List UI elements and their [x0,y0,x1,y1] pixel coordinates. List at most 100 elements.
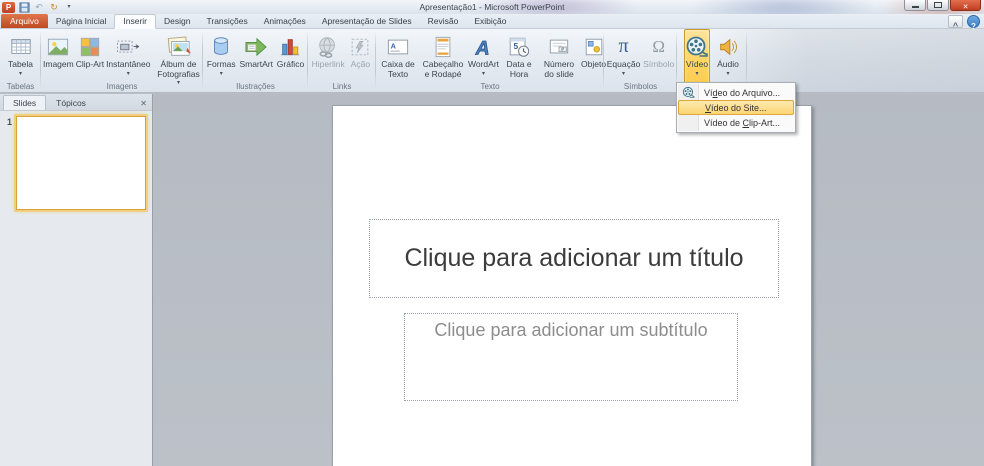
action-icon [348,33,372,60]
object-icon [583,33,605,60]
save-icon [18,1,30,13]
ribbon-button-equacao[interactable]: Equação [606,29,642,87]
tab-slides[interactable]: Slides [3,95,47,110]
button-label: Símbolo [643,59,675,69]
ribbon-button-wordart[interactable]: A WordArt [467,29,500,87]
dropdown-arrow-icon [220,70,223,77]
dropdown-arrow-icon [19,70,22,77]
button-label: Álbum de Fotografias [157,59,200,79]
hyperlink-globe-icon [316,33,340,60]
tab-transicoes[interactable]: Transições [198,14,255,28]
tab-arquivo[interactable]: Arquivo [1,14,48,28]
group-ilustracoes: Formas SmartArt [203,28,308,92]
ribbon-button-grafico[interactable]: Gráfico [276,29,305,87]
slide-editing-area[interactable]: Clique para adicionar um título Clique p… [332,105,812,466]
svg-text:A: A [474,37,489,59]
window-controls [904,0,981,11]
header-footer-icon [432,33,454,60]
button-label: Caixa de Texto [381,59,415,79]
button-label: Ação [350,59,371,69]
powerpoint-window: Apresentação1 - Microsoft PowerPoint Arq… [0,0,984,466]
film-reel-icon [685,33,709,60]
title-bar: Apresentação1 - Microsoft PowerPoint [0,0,984,14]
ribbon-button-smartart[interactable]: SmartArt [238,29,274,87]
ribbon-button-acao[interactable]: Ação [347,29,373,87]
smartart-icon [243,33,269,60]
powerpoint-logo-icon[interactable] [2,1,15,13]
help-button[interactable] [967,15,980,28]
menu-item-video-de-clip-art[interactable]: Vídeo de Clip-Art... [678,115,794,130]
ribbon-button-audio[interactable]: Áudio [716,29,740,87]
tab-apresentacao-de-slides[interactable]: Apresentação de Slides [314,14,420,28]
close-icon [963,0,969,14]
title-placeholder[interactable]: Clique para adicionar um título [369,219,779,298]
menu-item-video-do-site[interactable]: Vídeo do Site... [678,100,794,115]
slides-panel: Slides Tópicos 1 [0,94,153,466]
button-label: Imagem [43,59,74,69]
button-label: Número do slide [543,59,575,79]
qat-dropdown-button[interactable] [63,1,75,13]
group-texto: A Caixa de Texto Cabeçalho e Rodapé A Wo… [376,28,606,92]
button-label: Data e Hora [506,59,532,79]
screenshot-icon [115,33,141,60]
ribbon-button-video[interactable]: Vídeo [684,29,710,87]
ribbon-button-tabela[interactable]: Tabela [7,29,34,87]
minimize-button[interactable] [904,0,926,11]
chart-icon [278,33,302,60]
tab-animacoes[interactable]: Animações [256,14,314,28]
tab-design[interactable]: Design [156,14,198,28]
slide-number: 1 [6,117,12,127]
ribbon-button-simbolo[interactable]: Símbolo [642,29,675,87]
tab-pagina-inicial[interactable]: Página Inicial [48,14,115,28]
ribbon-tabs: Arquivo Página Inicial Inserir Design Tr… [0,14,984,29]
svg-text:A: A [391,41,397,50]
svg-text:5: 5 [513,40,518,50]
tab-revisao[interactable]: Revisão [420,14,467,28]
label-part: lip-Art... [749,117,781,128]
label-part: Vídeo de [704,117,743,128]
content-area: Slides Tópicos 1 Clique para adicionar u… [0,94,984,466]
minimize-icon [911,5,919,8]
tab-exibicao[interactable]: Exibição [466,14,514,28]
ribbon-button-formas[interactable]: Formas [206,29,237,87]
pi-equation-icon [618,33,628,60]
ribbon-groups: Tabela Tabelas Imagem [0,28,984,92]
close-button[interactable] [950,0,981,11]
quick-access-toolbar [2,1,75,13]
ribbon-tab-row: Arquivo Página Inicial Inserir Design Tr… [0,14,984,29]
slide-number-icon: # [547,33,571,60]
ribbon-button-data-e-hora[interactable]: 5 Data e Hora [500,29,538,87]
date-time-icon: 5 [507,33,531,60]
ribbon-button-imagem[interactable]: Imagem [42,29,75,87]
subtitle-placeholder[interactable]: Clique para adicionar um subtítulo [404,313,738,401]
slide-thumbnail[interactable] [16,116,146,210]
ribbon-button-numero-do-slide[interactable]: # Número do slide [538,29,580,87]
group-simbolos: Equação Símbolo Símbolos [604,28,677,92]
ribbon-button-caixa-de-texto[interactable]: A Caixa de Texto [377,29,419,87]
ribbon-button-clip-art[interactable]: Clip-Art [75,29,105,87]
editor-canvas: Clique para adicionar um título Clique p… [154,94,984,466]
dropdown-arrow-icon [482,70,485,77]
button-label: Cabeçalho e Rodapé [422,59,464,79]
undo-button[interactable] [33,1,45,13]
menu-item-video-do-arquivo[interactable]: Vídeo do Arquivo... [678,85,794,100]
picture-icon [46,33,70,60]
svg-text:#: # [561,46,564,52]
ribbon-button-album-de-fotografias[interactable]: Álbum de Fotografias [152,29,206,87]
clip-art-icon [79,33,101,60]
group-label: Links [332,82,352,91]
maximize-button[interactable] [927,0,949,11]
dropdown-arrow-icon [695,70,698,77]
group-label: Imagens [106,82,138,91]
tab-topicos[interactable]: Tópicos [46,95,96,110]
save-button[interactable] [18,1,30,13]
button-label: Formas [206,59,236,69]
panel-close-icon[interactable] [140,93,147,111]
redo-button[interactable] [48,1,60,13]
ribbon-button-instantaneo[interactable]: Instantâneo [105,29,151,87]
minimize-ribbon-button[interactable] [948,15,963,28]
button-label: Instantâneo [106,59,151,69]
ribbon-button-hiperlink[interactable]: Hiperlink [311,29,346,87]
tab-inserir[interactable]: Inserir [114,14,157,29]
ribbon-button-cabecalho-e-rodape[interactable]: Cabeçalho e Rodapé [419,29,467,87]
